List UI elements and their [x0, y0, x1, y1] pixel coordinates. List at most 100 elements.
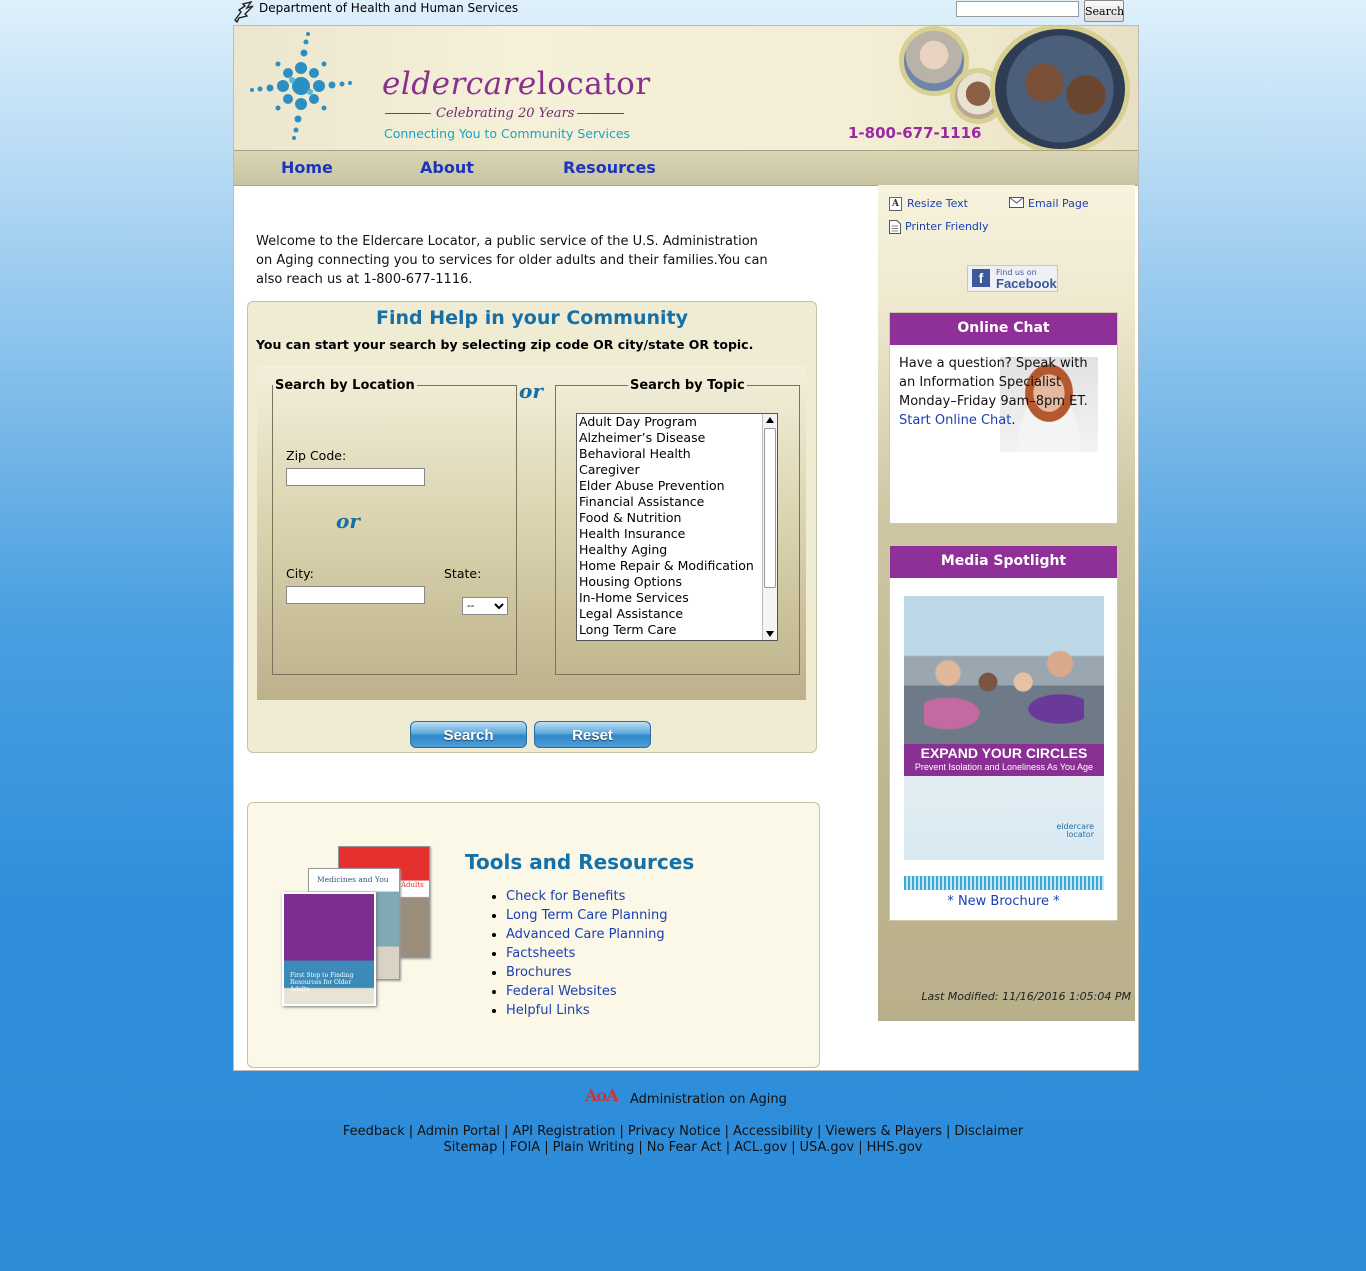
topic-option[interactable]: Behavioral Health	[577, 446, 777, 462]
nav-home[interactable]: Home	[281, 158, 333, 177]
topic-scrollbar[interactable]	[762, 414, 777, 640]
link-federal-websites[interactable]: Federal Websites	[506, 984, 617, 999]
tools-links-list: Check for Benefits Long Term Care Planni…	[486, 887, 667, 1020]
footer-link-no-fear-act[interactable]: No Fear Act	[647, 1140, 722, 1155]
topic-option[interactable]: Healthy Aging	[577, 542, 777, 558]
printer-friendly-icon[interactable]	[889, 220, 901, 234]
scroll-up-arrow-icon[interactable]	[766, 417, 774, 423]
brochure-banner: EXPAND YOUR CIRCLES Prevent Isolation an…	[904, 744, 1104, 776]
footer-separator: |	[501, 1140, 506, 1155]
printer-friendly-link[interactable]: Printer Friendly	[905, 220, 988, 233]
scroll-thumb[interactable]	[764, 428, 776, 588]
city-input[interactable]	[286, 586, 425, 604]
chat-period: .	[1011, 413, 1016, 428]
tools-title: Tools and Resources	[465, 850, 695, 874]
resize-text-icon[interactable]: A	[889, 197, 902, 211]
topic-listbox[interactable]: Adult Day Program Alzheimer’s Disease Beha…	[576, 413, 778, 641]
search-panel: Search by Location Zip Code: or City: St…	[257, 366, 806, 700]
banner-phone: 1-800-677-1116	[848, 124, 982, 142]
footer-link-api-registration[interactable]: API Registration	[512, 1124, 615, 1139]
site-search-button[interactable]: Search	[1084, 0, 1124, 22]
topic-legend: Search by Topic	[630, 378, 745, 393]
topic-option[interactable]: Health Insurance	[577, 526, 777, 542]
facebook-badge[interactable]: f Find us on Facebook	[967, 265, 1058, 292]
topic-option[interactable]: Legal Assistance	[577, 606, 777, 622]
resize-text-link[interactable]: Resize Text	[907, 197, 968, 210]
reset-button[interactable]: Reset	[534, 721, 651, 748]
footer-link-usa[interactable]: USA.gov	[800, 1140, 855, 1155]
footer-link-privacy-notice[interactable]: Privacy Notice	[628, 1124, 721, 1139]
email-icon[interactable]	[1009, 197, 1024, 208]
list-item: Long Term Care Planning	[506, 906, 667, 925]
facebook-label: Facebook	[996, 276, 1057, 291]
footer-link-disclaimer[interactable]: Disclaimer	[954, 1124, 1023, 1139]
city-label: City:	[286, 566, 314, 581]
sidebar: A Resize Text Email Page Printer Friendl…	[878, 185, 1135, 1021]
topic-option[interactable]: Housing Options	[577, 574, 777, 590]
nav-about[interactable]: About	[420, 158, 474, 177]
topic-option[interactable]: Caregiver	[577, 462, 777, 478]
link-helpful-links[interactable]: Helpful Links	[506, 1003, 590, 1018]
link-check-for-benefits[interactable]: Check for Benefits	[506, 889, 625, 904]
footer-link-admin-portal[interactable]: Admin Portal	[417, 1124, 500, 1139]
brochure-stack-image: Adults Medicines and You First Step to F…	[282, 846, 432, 1006]
footer-link-feedback[interactable]: Feedback	[343, 1124, 405, 1139]
media-spotlight-title: Media Spotlight	[890, 546, 1117, 580]
footer-separator: |	[544, 1140, 549, 1155]
online-chat-title: Online Chat	[890, 313, 1117, 347]
location-fieldset: Search by Location Zip Code: or City: St…	[272, 378, 517, 675]
footer-separator: |	[619, 1124, 624, 1139]
footer-link-sitemap[interactable]: Sitemap	[444, 1140, 498, 1155]
online-chat-card: Online Chat Have a question? Speak with …	[889, 312, 1118, 524]
topic-option[interactable]: In-Home Services	[577, 590, 777, 606]
topic-option[interactable]: Elder Abuse Prevention	[577, 478, 777, 494]
footer-link-foia[interactable]: FOIA	[510, 1140, 540, 1155]
welcome-text: Welcome to the Eldercare Locator, a publ…	[256, 234, 768, 287]
expand-your-circles-brochure-image[interactable]: EXPAND YOUR CIRCLES Prevent Isolation an…	[904, 596, 1104, 860]
footer-separator: |	[725, 1140, 731, 1155]
new-brochure-link[interactable]: * New Brochure *	[947, 894, 1059, 909]
scroll-down-arrow-icon[interactable]	[766, 631, 774, 637]
brand-divider-right	[577, 113, 624, 114]
or-separator-topic: or	[519, 379, 543, 403]
footer-separator: |	[817, 1124, 822, 1139]
footer-separator: |	[408, 1124, 414, 1139]
list-item: Helpful Links	[506, 1001, 667, 1020]
footer-link-plain-writing[interactable]: Plain Writing	[553, 1140, 635, 1155]
media-spotlight-card: Media Spotlight EXPAND YOUR CIRCLES Prev…	[889, 545, 1118, 921]
list-item: Factsheets	[506, 944, 667, 963]
topic-option[interactable]: Adult Day Program	[577, 414, 777, 430]
nav-resources[interactable]: Resources	[563, 158, 656, 177]
link-long-term-care-planning[interactable]: Long Term Care Planning	[506, 908, 667, 923]
topic-option[interactable]: Long Term Care	[577, 622, 777, 638]
link-brochures[interactable]: Brochures	[506, 965, 571, 980]
brand-eldercare: eldercare	[382, 66, 537, 102]
brand-wordmark[interactable]: eldercarelocator	[382, 66, 651, 102]
zip-code-input[interactable]	[286, 468, 425, 486]
agency-name[interactable]: Department of Health and Human Services	[259, 1, 518, 15]
brochure-front-title: First Step to Finding Resources for Olde…	[290, 972, 354, 993]
state-select[interactable]: --	[462, 597, 508, 615]
footer-separator: |	[724, 1124, 730, 1139]
topic-option[interactable]: Home Repair & Modification	[577, 558, 777, 574]
start-online-chat-link[interactable]: Start Online Chat	[899, 413, 1011, 428]
footer-link-acl[interactable]: ACL.gov	[734, 1140, 787, 1155]
footer-link-viewers-players[interactable]: Viewers & Players	[825, 1124, 942, 1139]
list-item: Advanced Care Planning	[506, 925, 667, 944]
search-button[interactable]: Search	[410, 721, 527, 748]
footer-separator: |	[791, 1140, 796, 1155]
footer-link-accessibility[interactable]: Accessibility	[733, 1124, 813, 1139]
find-help-box: Find Help in your Community You can star…	[247, 301, 817, 753]
state-label: State:	[444, 566, 482, 581]
senior-couple-photo	[990, 26, 1130, 150]
eldercare-star-logo-icon	[250, 32, 352, 140]
topic-option[interactable]: Food & Nutrition	[577, 510, 777, 526]
topic-option[interactable]: Alzheimer’s Disease	[577, 430, 777, 446]
site-search-input[interactable]	[956, 1, 1079, 17]
link-advanced-care-planning[interactable]: Advanced Care Planning	[506, 927, 665, 942]
link-factsheets[interactable]: Factsheets	[506, 946, 575, 961]
email-page-link[interactable]: Email Page	[1028, 197, 1089, 210]
topic-option[interactable]: Financial Assistance	[577, 494, 777, 510]
footer-link-hhs[interactable]: HHS.gov	[867, 1140, 923, 1155]
brand-divider-left	[385, 113, 431, 114]
